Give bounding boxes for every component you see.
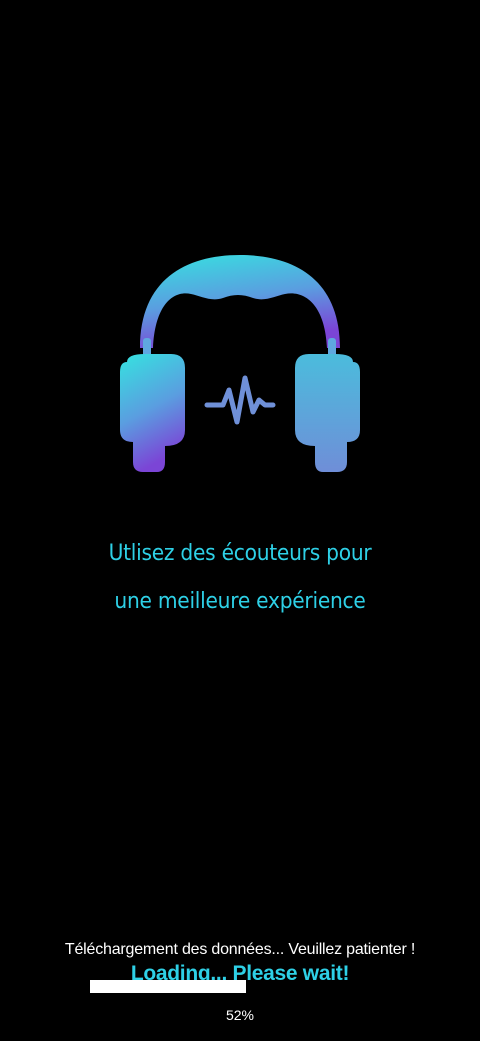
loading-progress-fill [90, 980, 246, 993]
message-line-1: Utlisez des écouteurs pour [108, 541, 372, 566]
loading-percent-label: 52% [225, 1007, 255, 1023]
loading-status-french: Téléchargement des données... Veuillez p… [64, 941, 416, 958]
headphones-recommendation-text: Utlisez des écouteurs pour une meilleure… [19, 530, 461, 626]
heartbeat-pulse-icon [204, 375, 276, 425]
headphones-icon [120, 255, 360, 472]
message-line-2: une meilleure expérience [114, 589, 366, 614]
loading-progress-bar [90, 980, 390, 993]
